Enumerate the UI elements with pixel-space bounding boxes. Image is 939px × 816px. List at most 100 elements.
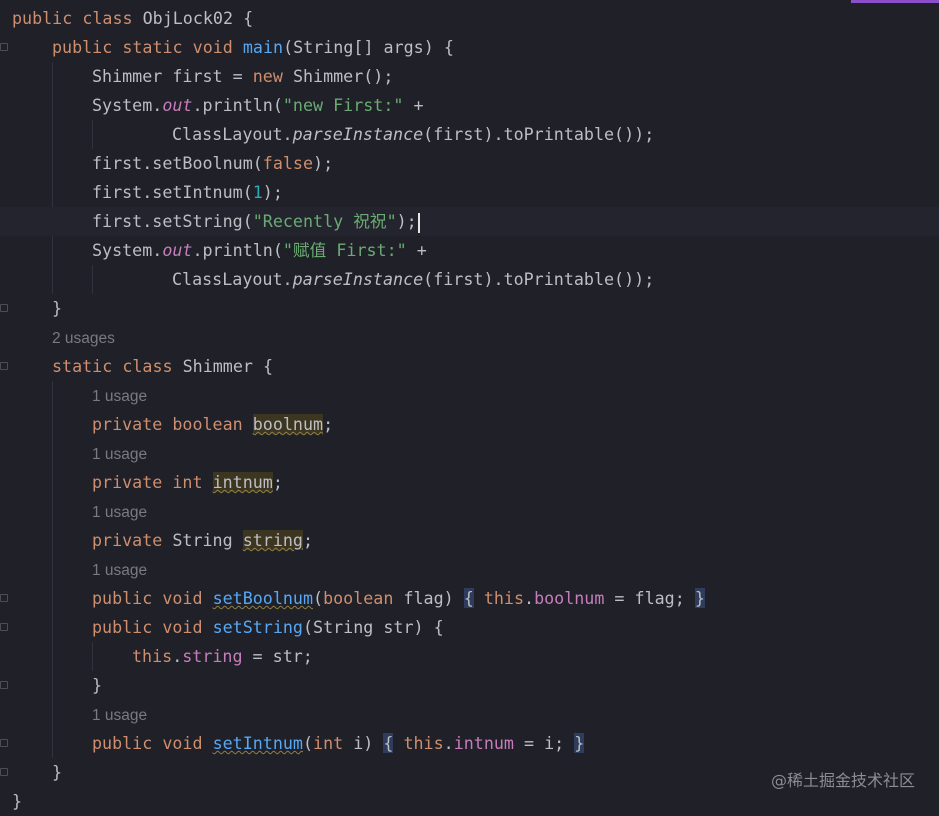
usages-hint[interactable]: 2 usages: [52, 324, 115, 353]
code-line[interactable]: private int intnum;: [92, 468, 283, 497]
code-token: static class: [52, 356, 183, 376]
code-token: intnum: [453, 733, 514, 753]
code-token: boolean: [323, 588, 404, 608]
usages-hint[interactable]: 1 usage: [92, 440, 147, 469]
code-token: {: [463, 588, 474, 608]
code-token: 1: [252, 182, 263, 202]
code-line[interactable]: first.setBoolnum(false);: [92, 149, 333, 178]
code-line[interactable]: }: [52, 758, 62, 787]
code-line[interactable]: public void setIntnum(int i) { this.intn…: [92, 729, 585, 758]
fold-gutter: [0, 0, 12, 815]
code-token: setIntnum: [212, 733, 303, 753]
code-token: boolnum: [252, 414, 324, 434]
code-editor[interactable]: public class ObjLock02 { public static v…: [0, 0, 939, 815]
code-line[interactable]: ClassLayout.parseInstance(first).toPrint…: [172, 265, 654, 294]
code-line[interactable]: first.setIntnum(1);: [92, 178, 283, 207]
fold-toggle-icon[interactable]: [0, 623, 8, 631]
code-line[interactable]: this.string = str;: [132, 642, 313, 671]
code-token: public void: [92, 733, 213, 753]
usages-hint[interactable]: 1 usage: [92, 701, 147, 730]
code-line[interactable]: public class ObjLock02 {: [12, 4, 253, 33]
code-line[interactable]: static class Shimmer {: [52, 352, 273, 381]
indent-guide: [92, 120, 93, 149]
fold-toggle-icon[interactable]: [0, 768, 8, 776]
usages-hint[interactable]: 1 usage: [92, 498, 147, 527]
code-token: ClassLayout.: [172, 269, 293, 289]
fold-toggle-icon[interactable]: [0, 739, 8, 747]
code-token: = i;: [513, 733, 575, 753]
code-token: .println(: [192, 240, 283, 260]
fold-toggle-icon[interactable]: [0, 362, 8, 370]
code-token: "Recently 祝祝": [252, 211, 397, 231]
code-line[interactable]: }: [52, 294, 62, 323]
code-token: private boolean: [92, 414, 253, 434]
fold-toggle-icon[interactable]: [0, 681, 8, 689]
code-token: this: [483, 588, 525, 608]
code-token: = flag;: [604, 588, 695, 608]
code-token: this: [403, 733, 444, 753]
code-token: }: [694, 588, 705, 608]
code-token: }: [52, 298, 63, 318]
code-token: setBoolnum: [212, 588, 314, 608]
code-token: }: [92, 675, 103, 695]
code-line[interactable]: public static void main(String[] args) {: [52, 33, 454, 62]
code-line[interactable]: ClassLayout.parseInstance(first).toPrint…: [172, 120, 654, 149]
code-line[interactable]: public void setString(String str) {: [92, 613, 444, 642]
indent-guide: [52, 381, 53, 758]
code-line[interactable]: private boolean boolnum;: [92, 410, 333, 439]
code-token: }: [12, 791, 23, 811]
code-token: Shimmer();: [292, 66, 394, 86]
fold-toggle-icon[interactable]: [0, 43, 8, 51]
code-token: string: [242, 530, 303, 550]
code-token: i): [353, 733, 384, 753]
code-token: flag): [403, 588, 464, 608]
code-token: ;: [302, 530, 314, 550]
code-token: (String str) {: [302, 617, 444, 637]
code-token: .: [443, 733, 454, 753]
code-token: setString: [212, 617, 303, 637]
code-token: .: [172, 646, 183, 666]
code-token: "new First:": [282, 95, 404, 115]
code-token: (: [313, 588, 324, 608]
code-token: string: [182, 646, 243, 666]
code-line[interactable]: public void setBoolnum(boolean flag) { t…: [92, 584, 705, 613]
fold-toggle-icon[interactable]: [0, 594, 8, 602]
code-token: first.setBoolnum(: [92, 153, 263, 173]
code-token: (first).toPrintable());: [423, 269, 655, 289]
code-token: main: [242, 37, 284, 57]
code-line[interactable]: System.out.println("赋值 First:" +: [92, 236, 427, 265]
code-token: ObjLock02 {: [142, 8, 254, 28]
code-token: }: [574, 733, 585, 753]
code-token: +: [406, 240, 427, 260]
code-line[interactable]: private String string;: [92, 526, 313, 555]
code-token: boolnum: [534, 588, 605, 608]
code-line[interactable]: System.out.println("new First:" +: [92, 91, 424, 120]
code-token: public void: [92, 617, 213, 637]
usages-hint[interactable]: 1 usage: [92, 556, 147, 585]
code-token: Shimmer {: [182, 356, 274, 376]
fold-toggle-icon[interactable]: [0, 304, 8, 312]
code-token: (: [302, 733, 314, 753]
code-token: );: [396, 211, 417, 231]
watermark-text: @稀土掘金技术社区: [770, 771, 915, 790]
code-line[interactable]: }: [12, 787, 22, 816]
code-token: String: [172, 530, 243, 550]
usages-hint[interactable]: 1 usage: [92, 382, 147, 411]
code-token: false: [262, 153, 314, 173]
code-token: .: [524, 588, 535, 608]
code-token: public class: [12, 8, 143, 28]
code-line[interactable]: Shimmer first = new Shimmer();: [92, 62, 393, 91]
code-line[interactable]: first.setString("Recently 祝祝");: [92, 207, 420, 236]
code-token: .println(: [192, 95, 283, 115]
code-token: (String[] args) {: [283, 37, 454, 57]
code-line[interactable]: }: [92, 671, 102, 700]
code-token: +: [403, 95, 424, 115]
code-token: }: [52, 762, 63, 782]
code-token: parseInstance: [292, 124, 424, 144]
code-token: private int: [92, 472, 213, 492]
code-token: );: [262, 182, 283, 202]
code-token: {: [383, 733, 394, 753]
code-token: System.: [92, 95, 163, 115]
code-token: parseInstance: [292, 269, 424, 289]
